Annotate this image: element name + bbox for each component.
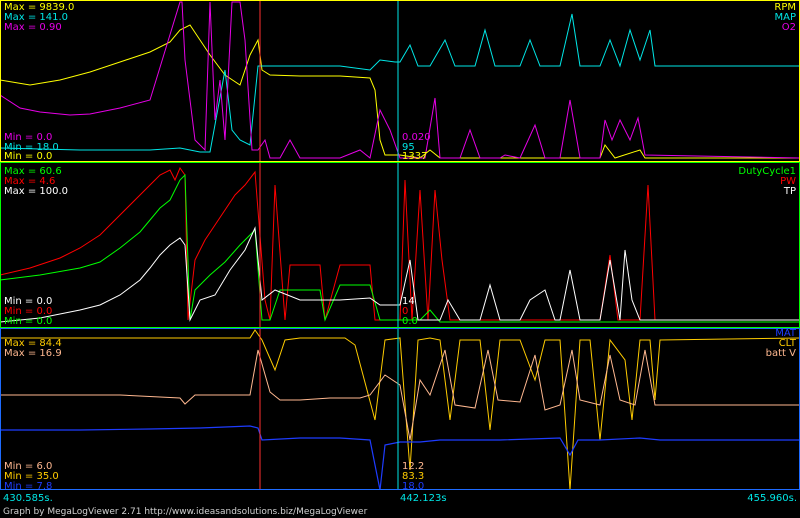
legend-o2[interactable]: O2 [782, 22, 796, 33]
rpm-cursor-value: 1337 [402, 151, 428, 162]
tp-max-label: Max = 100.0 [4, 186, 69, 197]
rpm-map-o2-panel[interactable]: Max = 9839.0 Max = 141.0 Max = 0.90 Min … [0, 0, 800, 162]
rpm-min-label: Min = 0.0 [4, 151, 53, 162]
log-viewer[interactable]: Max = 9839.0 Max = 141.0 Max = 0.90 Min … [0, 0, 800, 518]
footer-credit: Graph by MegaLogViewer 2.71 http://www.i… [3, 507, 368, 517]
legend-batt-v[interactable]: batt V [766, 348, 796, 359]
time-end: 455.960s. [747, 493, 797, 504]
duty-cursor-value: 0.0 [402, 316, 418, 327]
legend-tp[interactable]: TP [784, 186, 796, 197]
mat-clt-batt-panel[interactable]: Max = 84.4 Max = 16.9 Min = 6.0 Min = 35… [0, 328, 800, 492]
time-axis[interactable]: 430.585s. 442.123s 455.960s. [0, 490, 800, 507]
time-start: 430.585s. [3, 493, 53, 504]
duty-pw-tp-panel[interactable]: Max = 60.6 Max = 4.6 Max = 100.0 Min = 0… [0, 162, 800, 328]
o2-max-label: Max = 0.90 [4, 22, 62, 33]
time-cursor: 442.123s [400, 493, 447, 504]
footer: Graph by MegaLogViewer 2.71 http://www.i… [0, 507, 800, 518]
batt-max-label: Max = 16.9 [4, 348, 62, 359]
duty-min-label: Min = 0.0 [4, 316, 53, 327]
